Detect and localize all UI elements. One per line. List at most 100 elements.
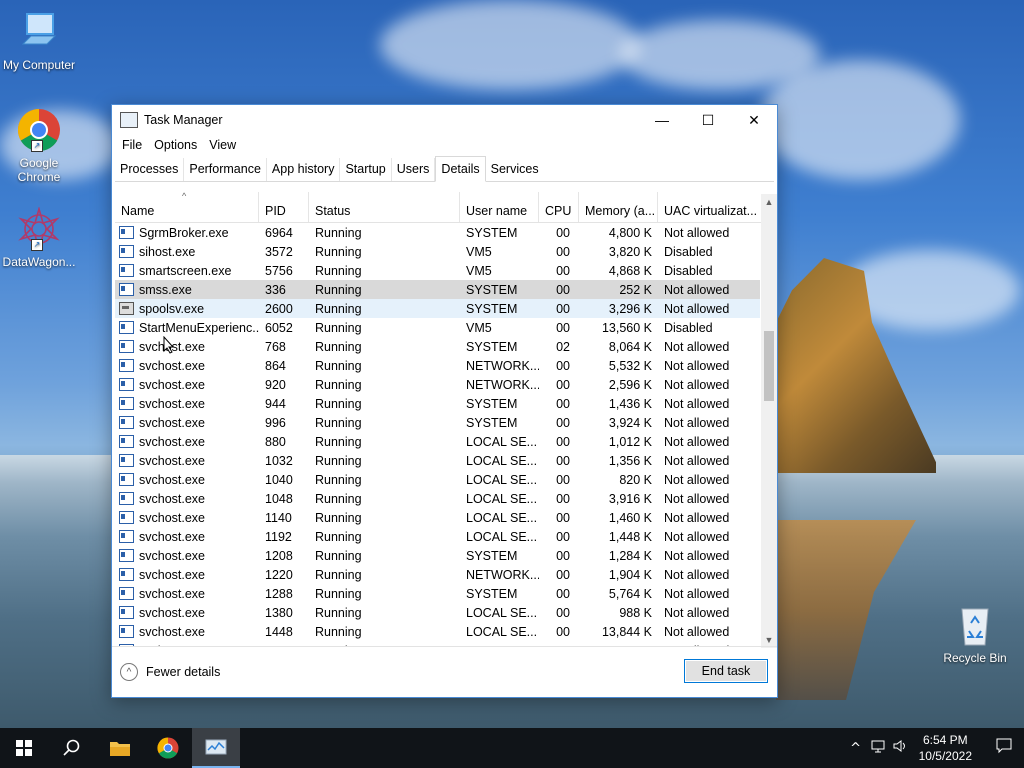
- close-button[interactable]: ✕: [731, 105, 777, 135]
- table-row[interactable]: svchost.exe 864 Running NETWORK... 00 5,532 K…: [115, 356, 760, 375]
- tab-app-history[interactable]: App history: [267, 158, 341, 181]
- process-name-cell: spoolsv.exe: [115, 302, 259, 316]
- scroll-up-icon[interactable]: ▲: [761, 194, 777, 210]
- desktop-icon-datawagon[interactable]: ↗ DataWagon...: [1, 206, 77, 269]
- cpu-cell: 00: [556, 396, 570, 411]
- fewer-details-button[interactable]: ^ Fewer details: [120, 663, 220, 681]
- taskbar-clock[interactable]: 6:54 PM 10/5/2022: [919, 732, 972, 764]
- chevron-up-icon[interactable]: ^: [845, 741, 867, 756]
- column-header-uac[interactable]: UAC virtualizat...: [658, 192, 760, 222]
- search-icon: [63, 739, 80, 756]
- minimize-button[interactable]: —: [639, 105, 685, 135]
- status-cell: Running: [315, 491, 362, 506]
- menu-options[interactable]: Options: [148, 138, 203, 152]
- process-icon: [119, 397, 134, 410]
- memory-cell: 1,284 K: [608, 548, 652, 563]
- process-name-cell: SgrmBroker.exe: [115, 226, 259, 240]
- table-row[interactable]: svchost.exe 1448 Running LOCAL SE... 00 13,84…: [115, 622, 760, 641]
- memory-cell: 3,916 K: [608, 491, 652, 506]
- scroll-thumb[interactable]: [764, 331, 774, 401]
- table-row[interactable]: SgrmBroker.exe 6964 Running SYSTEM 00 4,800 K…: [115, 223, 760, 242]
- uac-cell: Not allowed: [664, 396, 730, 411]
- table-row[interactable]: svchost.exe 1048 Running LOCAL SE... 00 3,916…: [115, 489, 760, 508]
- table-row[interactable]: svchost.exe 1040 Running LOCAL SE... 00 820 K…: [115, 470, 760, 489]
- desktop-icon-chrome[interactable]: ↗ Google Chrome: [1, 108, 77, 184]
- menu-view[interactable]: View: [203, 138, 242, 152]
- uac-cell: Disabled: [664, 320, 713, 335]
- column-header-pid[interactable]: PID: [259, 192, 309, 222]
- menu-file[interactable]: File: [116, 138, 148, 152]
- column-header-cpu[interactable]: CPU: [539, 192, 579, 222]
- table-row[interactable]: svchost.exe 920 Running NETWORK... 00 2,596 K…: [115, 375, 760, 394]
- maximize-button[interactable]: ☐: [685, 105, 731, 135]
- table-row[interactable]: svchost.exe 768 Running SYSTEM 02 8,064 K Not …: [115, 337, 760, 356]
- table-row[interactable]: svchost.exe 1208 Running SYSTEM 00 1,284 K Not…: [115, 546, 760, 565]
- desktop-icon-recycle-bin[interactable]: Recycle Bin: [937, 603, 1013, 665]
- memory-cell: 3,296 K: [608, 301, 652, 316]
- taskbar-chrome[interactable]: [144, 728, 192, 768]
- user-name-cell: SYSTEM: [466, 339, 518, 354]
- uac-cell: Not allowed: [664, 415, 730, 430]
- process-icon: [119, 511, 134, 524]
- user-name-cell: LOCAL SE...: [466, 624, 538, 639]
- table-row[interactable]: svchost.exe 1192 Running LOCAL SE... 00 1,448…: [115, 527, 760, 546]
- cpu-cell: 00: [556, 225, 570, 240]
- memory-cell: 1,012 K: [608, 434, 652, 449]
- table-row[interactable]: svchost.exe 944 Running SYSTEM 00 1,436 K Not …: [115, 394, 760, 413]
- column-header-name[interactable]: Name: [115, 192, 259, 222]
- pid-cell: 1192: [265, 529, 292, 544]
- tab-processes[interactable]: Processes: [115, 158, 185, 181]
- tab-details[interactable]: Details: [435, 156, 486, 182]
- end-task-button[interactable]: End task: [684, 659, 768, 683]
- process-icon: [119, 359, 134, 372]
- desktop-icon-my-computer[interactable]: My Computer: [1, 10, 77, 72]
- table-row[interactable]: svchost.exe 1032 Running LOCAL SE... 00 1,356…: [115, 451, 760, 470]
- column-header-memory[interactable]: Memory (a...: [579, 192, 658, 222]
- recycle-bin-icon: [953, 603, 997, 647]
- column-header-status[interactable]: Status: [309, 192, 460, 222]
- table-row[interactable]: svchost.exe 1140 Running LOCAL SE... 00 1,460…: [115, 508, 760, 527]
- cpu-cell: 00: [556, 244, 570, 259]
- tab-startup[interactable]: Startup: [340, 158, 392, 181]
- pid-cell: 5756: [265, 263, 293, 278]
- column-header-user-name[interactable]: User name: [460, 192, 539, 222]
- process-name: smss.exe: [139, 282, 192, 297]
- tab-users[interactable]: Users: [392, 158, 436, 181]
- process-name-cell: svchost.exe: [115, 511, 259, 525]
- search-button[interactable]: [48, 728, 96, 768]
- title-bar[interactable]: Task Manager — ☐ ✕: [112, 105, 777, 135]
- uac-cell: Not allowed: [664, 529, 730, 544]
- taskbar: ^ 6:54 PM 10/5/2022: [0, 728, 1024, 768]
- task-manager-icon: [120, 112, 138, 128]
- table-row[interactable]: spoolsv.exe 2600 Running SYSTEM 00 3,296 K Not…: [115, 299, 760, 318]
- start-button[interactable]: [0, 728, 48, 768]
- network-icon[interactable]: [867, 739, 889, 757]
- notification-center-icon[interactable]: [984, 738, 1024, 758]
- status-cell: Running: [315, 605, 362, 620]
- volume-icon[interactable]: [889, 739, 911, 757]
- table-row[interactable]: StartMenuExperienc... 6052 Running VM5 00 13,…: [115, 318, 760, 337]
- uac-cell: Not allowed: [664, 453, 730, 468]
- table-row[interactable]: svchost.exe 1220 Running NETWORK... 00 1,904 …: [115, 565, 760, 584]
- cpu-cell: 00: [556, 586, 570, 601]
- tab-performance[interactable]: Performance: [184, 158, 267, 181]
- taskbar-task-manager[interactable]: [192, 728, 240, 768]
- table-row[interactable]: svchost.exe 880 Running LOCAL SE... 00 1,012 …: [115, 432, 760, 451]
- table-row[interactable]: svchost.exe 1380 Running LOCAL SE... 00 988 K…: [115, 603, 760, 622]
- clock-date: 10/5/2022: [918, 749, 972, 763]
- table-row[interactable]: svchost.exe 1288 Running SYSTEM 00 5,764 K Not…: [115, 584, 760, 603]
- table-row[interactable]: smss.exe 336 Running SYSTEM 00 252 K Not allow…: [115, 280, 760, 299]
- user-name-cell: LOCAL SE...: [466, 529, 538, 544]
- user-name-cell: NETWORK...: [466, 567, 539, 582]
- taskbar-file-explorer[interactable]: [96, 728, 144, 768]
- table-row[interactable]: sihost.exe 3572 Running VM5 00 3,820 K Disable…: [115, 242, 760, 261]
- table-row[interactable]: svchost.exe 996 Running SYSTEM 00 3,924 K Not …: [115, 413, 760, 432]
- pid-cell: 1220: [265, 567, 293, 582]
- tab-services[interactable]: Services: [486, 158, 544, 181]
- pid-cell: 336: [265, 282, 286, 297]
- vertical-scrollbar[interactable]: ▲ ▼: [761, 194, 777, 648]
- user-name-cell: VM5: [466, 244, 492, 259]
- details-table: ^ Name PID Status User name CPU Memory (…: [115, 192, 775, 647]
- table-row[interactable]: smartscreen.exe 5756 Running VM5 00 4,868 K Di…: [115, 261, 760, 280]
- memory-cell: 2,596 K: [608, 377, 652, 392]
